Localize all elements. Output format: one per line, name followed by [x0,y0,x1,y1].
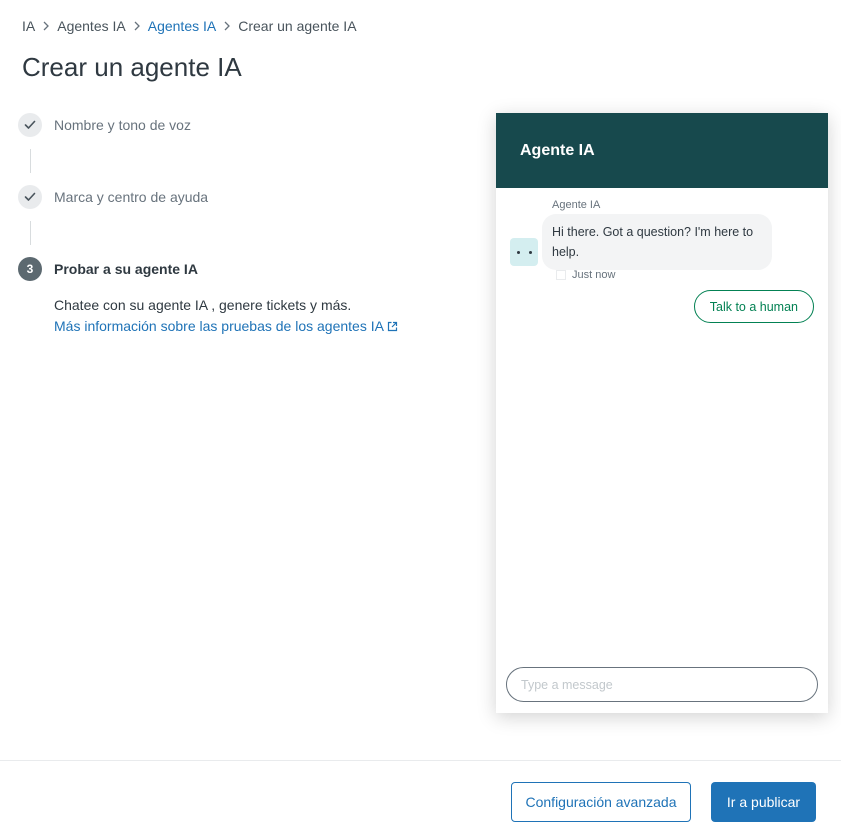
widget-title: Agente IA [520,141,595,159]
chevron-right-icon [223,21,231,31]
widget-header: Agente IA [496,113,828,188]
timestamp-label: Just now [572,269,616,281]
step-connector [30,221,31,245]
breadcrumb-agentes-ia-link[interactable]: Agentes IA [148,18,217,34]
message-timestamp: Just now [556,269,615,281]
chevron-right-icon [133,21,141,31]
bot-avatar-icon [510,238,538,266]
message-bubble: Hi there. Got a question? I'm here to he… [542,214,772,270]
checkmark-icon [18,185,42,209]
step-1: Nombre y tono de voz [18,113,438,137]
step-2-label: Marca y centro de ayuda [54,189,209,205]
chevron-right-icon [42,21,50,31]
page-title: Crear un agente IA [22,52,242,82]
checkmark-icon [18,113,42,137]
learn-more-link[interactable]: Más información sobre las pruebas de los… [54,316,398,337]
breadcrumb-current: Crear un agente IA [238,18,357,34]
chat-widget-preview: Agente IA Agente IA Hi there. Got a ques… [496,113,828,713]
external-link-icon [387,321,398,332]
status-icon [556,270,566,280]
breadcrumb-agentes-ia[interactable]: Agentes IA [57,18,126,34]
talk-to-human-button[interactable]: Talk to a human [693,290,814,323]
step-3: 3 Probar a su agente IA [18,257,438,281]
go-to-publish-button[interactable]: Ir a publicar [711,782,816,822]
breadcrumb-ia[interactable]: IA [22,18,35,34]
step-3-label: Probar a su agente IA [54,261,198,277]
message-input[interactable] [506,667,818,702]
step-3-number: 3 [18,257,42,281]
step-2: Marca y centro de ayuda [18,185,438,209]
step-connector [30,149,31,173]
breadcrumb: IA Agentes IA Agentes IA Crear un agente… [22,18,357,34]
step-1-label: Nombre y tono de voz [54,117,191,133]
step-3-body: Chatee con su agente IA , genere tickets… [54,295,438,337]
learn-more-label: Más información sobre las pruebas de los… [54,318,384,334]
step-3-description: Chatee con su agente IA , genere tickets… [54,297,352,313]
stepper: Nombre y tono de voz Marca y centro de a… [18,113,438,337]
message-sender: Agente IA [552,199,601,211]
advanced-settings-button[interactable]: Configuración avanzada [511,782,691,822]
footer: Configuración avanzada Ir a publicar [0,760,841,834]
